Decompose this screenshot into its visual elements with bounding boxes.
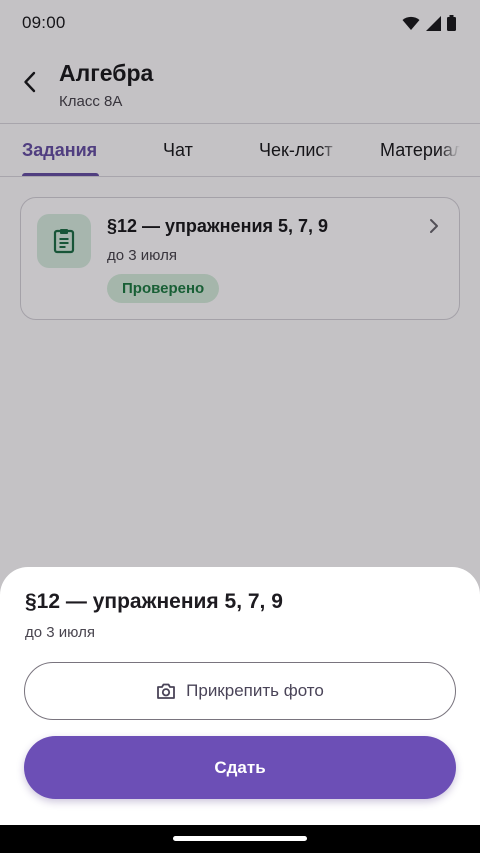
attach-photo-button[interactable]: Прикрепить фото <box>24 662 456 720</box>
home-gesture-handle[interactable] <box>173 836 307 841</box>
system-navigation-bar <box>0 825 480 853</box>
sheet-due-date: до 3 июля <box>25 624 95 641</box>
attach-photo-label: Прикрепить фото <box>186 681 324 700</box>
camera-icon <box>157 683 176 699</box>
bottom-sheet: §12 — упражнения 5, 7, 9 до 3 июля Прикр… <box>0 567 480 825</box>
submit-button[interactable]: Сдать <box>24 736 456 799</box>
sheet-title: §12 — упражнения 5, 7, 9 <box>25 590 283 613</box>
